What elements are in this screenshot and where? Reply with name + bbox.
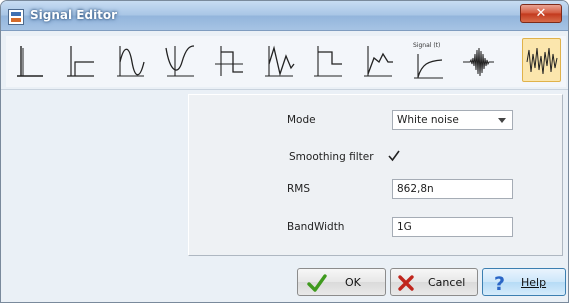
svg-text:?: ?	[494, 273, 505, 294]
title-bar: Signal Editor ✕	[1, 1, 568, 31]
sine-wave-icon	[117, 46, 145, 77]
rms-value: 862,8n	[397, 183, 434, 195]
tool-step-signal[interactable]	[10, 38, 49, 82]
question-mark-icon: ?	[494, 273, 505, 294]
help-button[interactable]: ? Help	[482, 268, 566, 296]
damped-wave-icon	[265, 45, 295, 77]
custom-signal-function-icon	[414, 54, 443, 79]
tool-inverted-sine-wave[interactable]	[160, 38, 199, 82]
inverted-sine-wave-icon	[165, 45, 195, 77]
bandwidth-input[interactable]: 1G	[392, 217, 513, 237]
smoothing-filter-label: Smoothing filter	[289, 151, 374, 163]
bandwidth-value: 1G	[397, 221, 412, 233]
rms-input[interactable]: 862,8n	[392, 179, 513, 199]
piecewise-linear-icon	[364, 46, 393, 77]
toolbar-separator	[1, 89, 568, 90]
cancel-button[interactable]: Cancel	[390, 268, 478, 296]
tool-sine-wave[interactable]	[110, 38, 149, 82]
tool-custom-signal-function[interactable]: Signal (t)	[408, 38, 447, 82]
tool-white-noise[interactable]	[522, 38, 561, 82]
checkmark-icon	[307, 274, 327, 292]
close-button[interactable]: ✕	[520, 4, 562, 23]
ok-button[interactable]: OK	[297, 268, 386, 296]
white-noise-icon	[526, 47, 558, 75]
help-button-label: Help	[521, 276, 547, 289]
rms-label: RMS	[287, 183, 311, 195]
checkmark-icon	[388, 150, 400, 162]
mode-label: Mode	[287, 114, 316, 126]
ok-button-label: OK	[345, 276, 361, 289]
signal-type-toolbar: Signal (t)	[6, 36, 566, 87]
tool-burst-signal[interactable]	[458, 38, 497, 82]
mode-selected-value: White noise	[397, 114, 459, 126]
tool-damped-wave[interactable]	[259, 38, 298, 82]
tool-square-pulse[interactable]	[209, 38, 248, 82]
cancel-button-label: Cancel	[428, 276, 466, 289]
burst-signal-icon	[463, 47, 494, 77]
close-x-icon	[398, 275, 414, 291]
tool-delayed-step-signal[interactable]	[60, 38, 99, 82]
mode-dropdown[interactable]: White noise	[392, 110, 513, 130]
app-icon	[8, 9, 24, 25]
bandwidth-label: BandWidth	[287, 221, 345, 233]
window-title: Signal Editor	[30, 8, 118, 22]
tool-rectangular-pulse[interactable]	[308, 38, 347, 82]
rectangular-pulse-icon	[314, 46, 342, 77]
tool-piecewise-linear[interactable]	[358, 38, 397, 82]
step-signal-icon	[17, 46, 43, 77]
square-pulse-icon	[215, 46, 243, 76]
delayed-step-signal-icon	[67, 46, 94, 77]
signal-editor-window: Signal Editor ✕ Signal (t) Mode White no…	[0, 0, 569, 303]
chevron-down-icon	[498, 118, 506, 123]
smoothing-filter-checkbox[interactable]	[387, 149, 401, 163]
